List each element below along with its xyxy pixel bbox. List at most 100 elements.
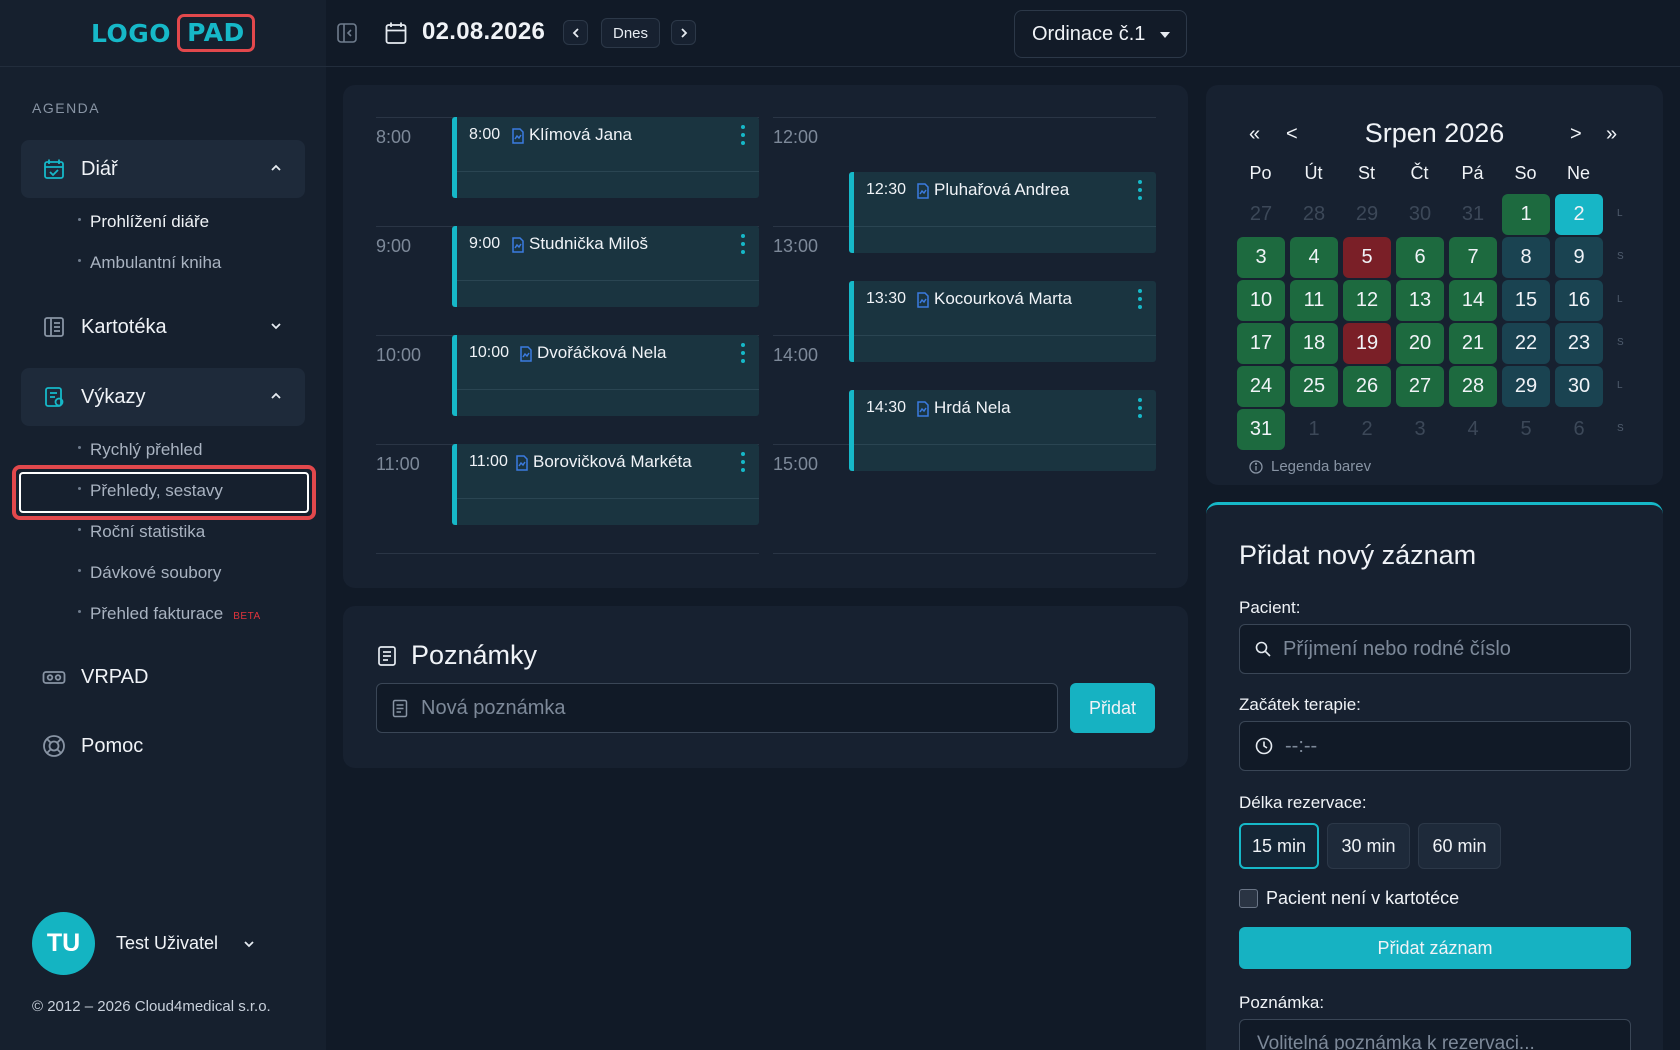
subnav-ambulantni-kniha[interactable]: Ambulantní kniha (78, 253, 221, 273)
nav-kartoteka[interactable]: Kartotéka (21, 298, 305, 356)
subnav-prohlizeni-diare[interactable]: Prohlížení diáře (78, 212, 209, 232)
next-year-button[interactable]: » (1606, 123, 1617, 146)
add-record-button[interactable]: Přidat záznam (1239, 927, 1631, 969)
subnav-davkove-soubory[interactable]: Dávkové soubory (78, 563, 221, 583)
calendar-day[interactable]: 17 (1237, 323, 1285, 364)
nav-pomoc[interactable]: Pomoc (21, 717, 305, 775)
calendar-day[interactable]: 1 (1502, 194, 1550, 235)
calendar-day[interactable]: 4 (1290, 237, 1338, 278)
calendar-day[interactable]: 30 (1396, 194, 1444, 235)
calendar-day[interactable]: 24 (1237, 366, 1285, 407)
subnav-rychly-prehled[interactable]: Rychlý přehled (78, 440, 202, 460)
weekday-label: Čt (1410, 163, 1429, 183)
calendar-day[interactable]: 2 (1343, 409, 1391, 450)
more-vertical-icon[interactable] (1138, 398, 1142, 418)
more-vertical-icon[interactable] (741, 234, 745, 254)
weekday-label: Pá (1461, 163, 1484, 183)
hour-label: 15:00 (773, 454, 819, 474)
calendar-day[interactable]: 6 (1396, 237, 1444, 278)
week-marker: L (1617, 208, 1623, 219)
calendar-day[interactable]: 5 (1343, 237, 1391, 278)
logo[interactable]: LOGO PAD (91, 14, 255, 52)
nav-vykazy[interactable]: Výkazy (21, 368, 305, 426)
calendar-day[interactable]: 7 (1449, 237, 1497, 278)
calendar-day[interactable]: 18 (1290, 323, 1338, 364)
logo-area: LOGO PAD (0, 0, 326, 67)
calendar-day[interactable]: 30 (1555, 366, 1603, 407)
calendar-day[interactable]: 4 (1449, 409, 1497, 450)
calendar-day[interactable]: 20 (1396, 323, 1444, 364)
nav-diar[interactable]: Diář (21, 140, 305, 198)
appointment-card[interactable]: 10:00 Dvořáčková Nela (452, 335, 759, 416)
more-vertical-icon[interactable] (741, 343, 745, 363)
user-menu[interactable]: TU Test Uživatel (32, 912, 256, 975)
patient-search-placeholder: Příjmení nebo rodné číslo (1283, 637, 1511, 660)
chevron-down-icon (271, 323, 281, 330)
appointment-card[interactable]: 8:00 Klímová Jana (452, 117, 759, 198)
next-day-button[interactable] (671, 20, 696, 45)
ordinace-select[interactable]: Ordinace č.1 (1014, 10, 1187, 58)
hour-label: 8:00 (376, 127, 412, 147)
more-vertical-icon[interactable] (741, 125, 745, 145)
calendar-day[interactable]: 29 (1502, 366, 1550, 407)
calendar-day[interactable]: 8 (1502, 237, 1550, 278)
calendar-day[interactable]: 14 (1449, 280, 1497, 321)
not-in-registry-checkbox-row[interactable]: Pacient není v kartotéce (1239, 888, 1459, 909)
sidebar-collapse-icon[interactable] (336, 22, 358, 44)
duration-15-button[interactable]: 15 min (1239, 823, 1319, 869)
more-vertical-icon[interactable] (741, 452, 745, 472)
calendar-day[interactable]: 26 (1343, 366, 1391, 407)
calendar-day[interactable]: 3 (1396, 409, 1444, 450)
calendar-day[interactable]: 10 (1237, 280, 1285, 321)
calendar-day[interactable]: 16 (1555, 280, 1603, 321)
calendar-day[interactable]: 22 (1502, 323, 1550, 364)
calendar-day[interactable]: 27 (1237, 194, 1285, 235)
more-vertical-icon[interactable] (1138, 289, 1142, 309)
start-time-input[interactable]: --:-- (1239, 721, 1631, 771)
calendar-day[interactable]: 2 (1555, 194, 1603, 235)
calendar-day[interactable]: 3 (1237, 237, 1285, 278)
calendar-day[interactable]: 25 (1290, 366, 1338, 407)
calendar-day[interactable]: 31 (1449, 194, 1497, 235)
nav-vrpad[interactable]: VRPAD (21, 648, 305, 706)
patient-search-input[interactable]: Příjmení nebo rodné číslo (1239, 624, 1631, 674)
appointment-card[interactable]: 9:00 Studnička Miloš (452, 226, 759, 307)
prev-day-button[interactable] (563, 20, 588, 45)
calendar-day[interactable]: 6 (1555, 409, 1603, 450)
calendar-day[interactable]: 28 (1449, 366, 1497, 407)
duration-60-button[interactable]: 60 min (1418, 823, 1501, 869)
document-icon (512, 128, 524, 144)
appointment-card[interactable]: 12:30 Pluhařová Andrea (849, 172, 1156, 253)
duration-30-button[interactable]: 30 min (1327, 823, 1410, 869)
next-month-button[interactable]: > (1570, 123, 1582, 146)
more-vertical-icon[interactable] (1138, 180, 1142, 200)
calendar-day[interactable]: 12 (1343, 280, 1391, 321)
calendar-day[interactable]: 5 (1502, 409, 1550, 450)
calendar-day[interactable]: 29 (1343, 194, 1391, 235)
calendar-day[interactable]: 21 (1449, 323, 1497, 364)
subnav-prehled-fakturace[interactable]: Přehled fakturace BETA (78, 604, 261, 624)
calendar-day[interactable]: 27 (1396, 366, 1444, 407)
not-in-registry-checkbox[interactable] (1239, 889, 1258, 908)
calendar-icon[interactable] (384, 21, 408, 45)
form-title: Přidat nový záznam (1239, 540, 1477, 570)
subnav-rocni-statistika[interactable]: Roční statistika (78, 522, 205, 542)
calendar-day[interactable]: 19 (1343, 323, 1391, 364)
appointment-card[interactable]: 14:30 Hrdá Nela (849, 390, 1156, 471)
calendar-day[interactable]: 11 (1290, 280, 1338, 321)
calendar-day[interactable]: 13 (1396, 280, 1444, 321)
calendar-day[interactable]: 1 (1290, 409, 1338, 450)
calendar-day[interactable]: 9 (1555, 237, 1603, 278)
calendar-day[interactable]: 28 (1290, 194, 1338, 235)
calendar-day[interactable]: 23 (1555, 323, 1603, 364)
calendar-day[interactable]: 31 (1237, 409, 1285, 450)
appointment-card[interactable]: 13:30 Kocourková Marta (849, 281, 1156, 362)
reservation-note-input[interactable]: Volitelná poznámka k rezervaci... (1239, 1019, 1631, 1050)
appointment-card[interactable]: 11:00 Borovičková Markéta (452, 444, 759, 525)
today-button[interactable]: Dnes (601, 18, 660, 48)
new-note-input[interactable]: Nová poznámka (376, 683, 1058, 733)
color-legend-link[interactable]: Legenda barev (1249, 458, 1371, 475)
calendar-day[interactable]: 15 (1502, 280, 1550, 321)
add-note-button[interactable]: Přidat (1070, 683, 1155, 733)
weekday-label: So (1514, 163, 1537, 183)
